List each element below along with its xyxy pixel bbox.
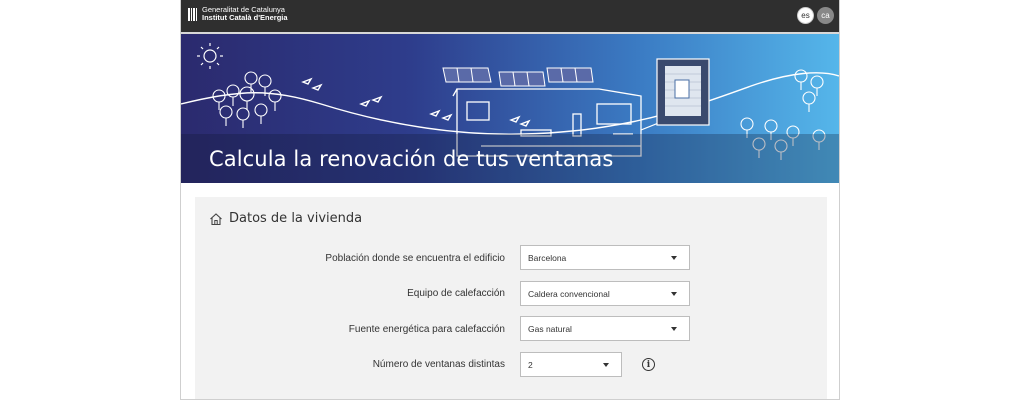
top-bar: Generalitat de Catalunya Institut Català… (181, 0, 839, 34)
solar-panels-icon (442, 67, 594, 87)
chevron-down-icon (671, 327, 677, 331)
trees-left-icon (212, 71, 282, 128)
energy-source-select[interactable]: Gas natural (520, 316, 690, 341)
page-frame: Generalitat de Catalunya Institut Català… (180, 0, 840, 400)
chevron-down-icon (671, 256, 677, 260)
catalan-flag-icon (188, 7, 198, 21)
chevron-down-icon (603, 363, 609, 367)
window-callout-icon (640, 58, 710, 131)
info-icon[interactable]: i (642, 358, 655, 371)
chevron-down-icon (671, 292, 677, 296)
hero-title: Calcula la renovación de tus ventanas (209, 147, 614, 171)
city-select[interactable]: Barcelona (520, 245, 690, 270)
window-count-select-value: 2 (528, 359, 533, 370)
section-header: Datos de la vivienda (209, 211, 362, 226)
section-title: Datos de la vivienda (229, 211, 363, 226)
energy-source-select-value: Gas natural (528, 323, 572, 334)
org-name-line2: Institut Català d'Energia (202, 13, 288, 22)
language-es-button[interactable]: es (797, 7, 814, 24)
birds-icon (301, 77, 531, 127)
city-select-value: Barcelona (528, 252, 567, 263)
house-icon (210, 212, 222, 225)
sun-icon (197, 43, 223, 69)
heating-equipment-select[interactable]: Caldera convencional (520, 281, 690, 306)
language-ca-button[interactable]: ca (817, 7, 834, 24)
window-count-select[interactable]: 2 (520, 352, 622, 377)
housing-data-panel: Datos de la vivienda Población donde se … (195, 197, 827, 399)
field-label-energy-source: Fuente energética para calefacción (348, 324, 505, 335)
hero-banner: Calcula la renovación de tus ventanas (181, 34, 839, 183)
field-label-window-count: Número de ventanas distintas (372, 359, 505, 370)
field-label-city: Población donde se encuentra el edificio (325, 253, 505, 264)
field-label-heating-equipment: Equipo de calefacción (407, 288, 505, 299)
generalitat-logo[interactable]: Generalitat de Catalunya Institut Català… (188, 6, 288, 22)
heating-equipment-select-value: Caldera convencional (528, 288, 610, 299)
